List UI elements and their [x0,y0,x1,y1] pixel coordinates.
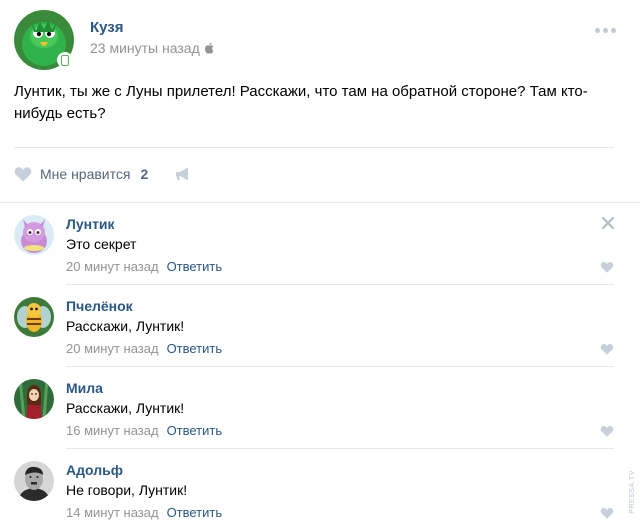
comment-author[interactable]: Мила [66,380,103,396]
share-icon[interactable] [174,166,192,182]
heart-icon[interactable] [14,166,32,182]
post-time[interactable]: 23 минуты назад [90,40,215,56]
comment-avatar[interactable] [14,379,54,419]
like-bar: Мне нравится 2 [14,163,192,185]
heart-icon[interactable] [600,425,614,437]
post-header: Кузя 23 минуты назад [14,10,626,72]
post-text: Лунтик, ты же с Луны прилетел! Расскажи,… [14,83,588,122]
comment-avatar[interactable] [14,297,54,337]
reply-button[interactable]: Ответить [167,259,223,274]
post-time-text[interactable]: 23 минуты назад [90,40,200,56]
comment-item: Адольф Не говори, Лунтик! 14 минут назад… [0,449,640,531]
heart-icon[interactable] [600,507,614,519]
post-author-name[interactable]: Кузя [90,19,124,36]
comment-meta: 20 минут назад Ответить [66,341,222,356]
watermark: PRESSA.TV [629,470,636,514]
comment-item: Пчелёнок Расскажи, Лунтик! 20 минут наза… [0,285,640,367]
comment-meta: 14 минут назад Ответить [66,505,222,520]
like-count[interactable]: 2 [140,166,148,182]
comment-text: Не говори, Лунтик! [66,482,188,498]
reply-button[interactable]: Ответить [167,423,223,438]
comment-item: Лунтик Это секрет 20 минут назад Ответить [0,203,640,285]
comment-author[interactable]: Лунтик [66,216,115,232]
heart-icon[interactable] [600,261,614,273]
reply-button[interactable]: Ответить [167,505,223,520]
comment-author[interactable]: Пчелёнок [66,298,133,314]
like-label[interactable]: Мне нравится [40,166,130,182]
apple-icon [204,42,214,54]
comment-time[interactable]: 20 минут назад [66,259,159,274]
close-icon[interactable] [602,217,614,229]
more-icon[interactable] [595,28,616,33]
reply-button[interactable]: Ответить [167,341,223,356]
heart-icon[interactable] [600,343,614,355]
comment-author[interactable]: Адольф [66,462,123,478]
comment-text: Это секрет [66,236,137,252]
mobile-icon [57,52,73,68]
comment-text: Расскажи, Лунтик! [66,318,185,334]
comment-meta: 20 минут назад Ответить [66,259,222,274]
comment-avatar[interactable] [14,461,54,501]
comment-item: Мила Расскажи, Лунтик! 16 минут назад Отв… [0,367,640,449]
comment-meta: 16 минут назад Ответить [66,423,222,438]
comment-text: Расскажи, Лунтик! [66,400,185,416]
comment-time[interactable]: 20 минут назад [66,341,159,356]
comment-avatar[interactable] [14,215,54,255]
comment-time[interactable]: 16 минут назад [66,423,159,438]
comment-time[interactable]: 14 минут назад [66,505,159,520]
post-divider [14,147,614,148]
